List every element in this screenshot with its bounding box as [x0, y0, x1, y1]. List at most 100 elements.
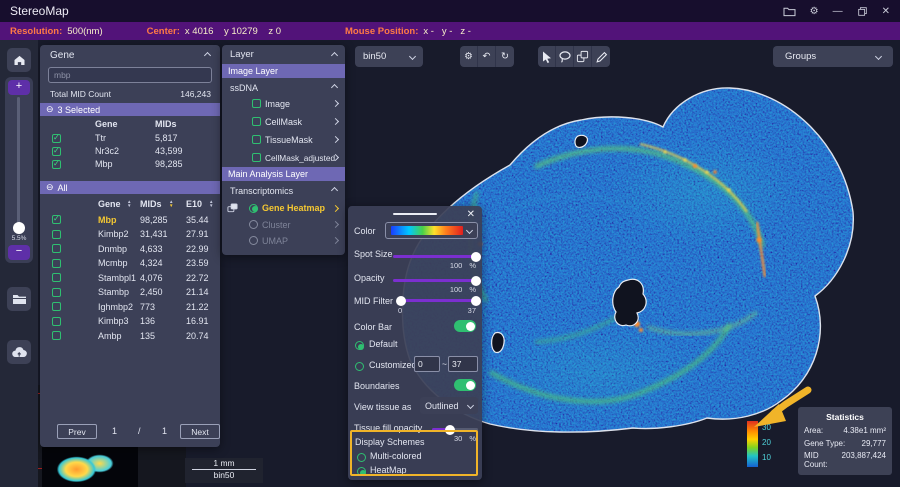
selected-col-gene[interactable]: Gene [95, 119, 118, 129]
cloud-upload-button[interactable] [7, 340, 31, 364]
all-col-mids[interactable]: MIDs [140, 199, 162, 209]
selected-section-header[interactable]: ⊖ 3 Selected [40, 103, 220, 116]
checkbox-icon[interactable] [52, 259, 61, 268]
checkbox-icon[interactable] [52, 273, 61, 282]
slider-handle[interactable] [471, 252, 481, 262]
ssdna-group-label[interactable]: ssDNA [230, 83, 258, 93]
groups-select[interactable]: Groups [773, 46, 893, 67]
radio-selected-icon[interactable] [249, 204, 258, 213]
chevron-right-icon[interactable] [332, 237, 339, 244]
selected-col-mids[interactable]: MIDs [155, 119, 177, 129]
checkbox-checked-icon[interactable] [52, 160, 61, 169]
chevron-right-icon[interactable] [332, 100, 339, 107]
slider-handle-max[interactable] [471, 296, 481, 306]
chevron-right-icon[interactable] [332, 118, 339, 125]
open-folder-button[interactable] [783, 6, 796, 17]
merge-tool-button[interactable] [574, 46, 592, 67]
all-section-header[interactable]: ⊖ All [40, 181, 220, 194]
chevron-right-icon[interactable] [332, 136, 339, 143]
layer-item-gene-heatmap[interactable]: Gene Heatmap [222, 201, 345, 215]
zoom-in-button[interactable]: + [8, 80, 30, 95]
sort-icons[interactable]: ▲▼ [127, 200, 131, 208]
table-row[interactable]: Ambp 135 20.74 [40, 329, 220, 342]
close-icon[interactable]: ✕ [467, 209, 475, 220]
chevron-up-icon[interactable] [331, 52, 338, 59]
table-row[interactable]: Dnmbp 4,633 22.99 [40, 242, 220, 255]
checkbox-icon[interactable] [252, 117, 261, 126]
close-button[interactable]: ✕ [882, 6, 890, 17]
bin-select[interactable]: bin50 [355, 46, 423, 67]
chevron-up-icon[interactable] [331, 187, 338, 194]
checkbox-checked-icon[interactable] [52, 147, 61, 156]
layer-item-cellmask-adjusted[interactable]: CellMask_adjusted [222, 151, 345, 164]
radio-icon[interactable] [249, 236, 258, 245]
chevron-right-icon[interactable] [332, 221, 339, 228]
checkbox-icon[interactable] [252, 99, 261, 108]
table-row[interactable]: Mbp 98,285 [40, 158, 220, 170]
table-row[interactable]: Nr3c2 43,599 [40, 145, 220, 157]
restore-button[interactable] [857, 6, 868, 17]
slider-handle-min[interactable] [396, 296, 406, 306]
radio-icon[interactable] [249, 220, 258, 229]
table-row[interactable]: Kimbp3 136 16.91 [40, 315, 220, 328]
checkbox-icon[interactable] [52, 244, 61, 253]
color-bar-toggle[interactable] [454, 320, 476, 332]
layer-item-tissuemask[interactable]: TissueMask [222, 133, 345, 146]
chevron-up-icon[interactable] [204, 52, 211, 59]
checkbox-icon[interactable] [252, 153, 261, 162]
undo-button[interactable]: ↶ [478, 46, 496, 67]
layer-item-image[interactable]: Image [222, 97, 345, 110]
chevron-up-icon[interactable] [331, 84, 338, 91]
zoom-slider-handle[interactable] [13, 222, 25, 234]
opacity-slider[interactable] [393, 279, 477, 282]
checkbox-icon[interactable] [52, 331, 61, 340]
sort-icons[interactable]: ▲▼ [209, 200, 213, 208]
table-row[interactable]: Ttr 5,817 [40, 132, 220, 144]
zoom-slider-track[interactable] [17, 97, 20, 225]
table-row[interactable]: Stambpl1 4,076 22.72 [40, 271, 220, 284]
all-col-gene[interactable]: Gene [98, 199, 121, 209]
default-radio[interactable] [355, 341, 364, 350]
boundaries-toggle[interactable] [454, 379, 476, 391]
layer-item-umap[interactable]: UMAP [222, 234, 345, 247]
view-tissue-select[interactable]: Outlined [420, 397, 478, 414]
next-page-button[interactable]: Next [180, 424, 220, 439]
all-col-e10[interactable]: E10 [186, 199, 202, 209]
checkbox-checked-icon[interactable] [52, 134, 61, 143]
slider-handle[interactable] [471, 276, 481, 286]
settings-button[interactable]: ⚙ [810, 6, 819, 17]
table-row[interactable]: Kimbp2 31,431 27.91 [40, 228, 220, 241]
customized-min-input[interactable] [414, 356, 440, 372]
checkbox-icon[interactable] [52, 317, 61, 326]
checkbox-icon[interactable] [252, 135, 261, 144]
spot-size-slider[interactable] [393, 255, 477, 258]
pointer-tool-button[interactable] [538, 46, 556, 67]
customized-radio[interactable] [355, 362, 364, 371]
checkbox-icon[interactable] [52, 230, 61, 239]
mid-filter-slider[interactable] [400, 299, 477, 302]
settings-tool-button[interactable]: ⚙ [460, 46, 478, 67]
layer-item-cluster[interactable]: Cluster [222, 218, 345, 231]
table-row[interactable]: Stambp 2,450 21.14 [40, 286, 220, 299]
home-button[interactable] [7, 48, 31, 72]
lasso-tool-button[interactable] [556, 46, 574, 67]
gene-search-input[interactable] [48, 67, 212, 83]
pencil-tool-button[interactable] [592, 46, 610, 67]
sort-icons[interactable]: ▲▼ [169, 200, 173, 208]
transcriptomics-group-label[interactable]: Transcriptomics [230, 186, 293, 196]
minimize-button[interactable]: — [833, 6, 843, 17]
checkbox-checked-icon[interactable] [52, 215, 61, 224]
zoom-out-button[interactable]: − [8, 245, 30, 260]
checkbox-icon[interactable] [52, 288, 61, 297]
file-browser-button[interactable] [7, 287, 31, 311]
prev-page-button[interactable]: Prev [57, 424, 97, 439]
customized-max-input[interactable] [448, 356, 478, 372]
checkbox-icon[interactable] [52, 302, 61, 311]
redo-button[interactable]: ↻ [496, 46, 514, 67]
layer-item-cellmask[interactable]: CellMask [222, 115, 345, 128]
chevron-right-icon[interactable] [332, 204, 339, 211]
table-row[interactable]: Mcmbp 4,324 23.59 [40, 257, 220, 270]
drag-handle[interactable] [393, 213, 437, 215]
table-row[interactable]: Mbp 98,285 35.44 [40, 213, 220, 226]
table-row[interactable]: Ighmbp2 773 21.22 [40, 300, 220, 313]
